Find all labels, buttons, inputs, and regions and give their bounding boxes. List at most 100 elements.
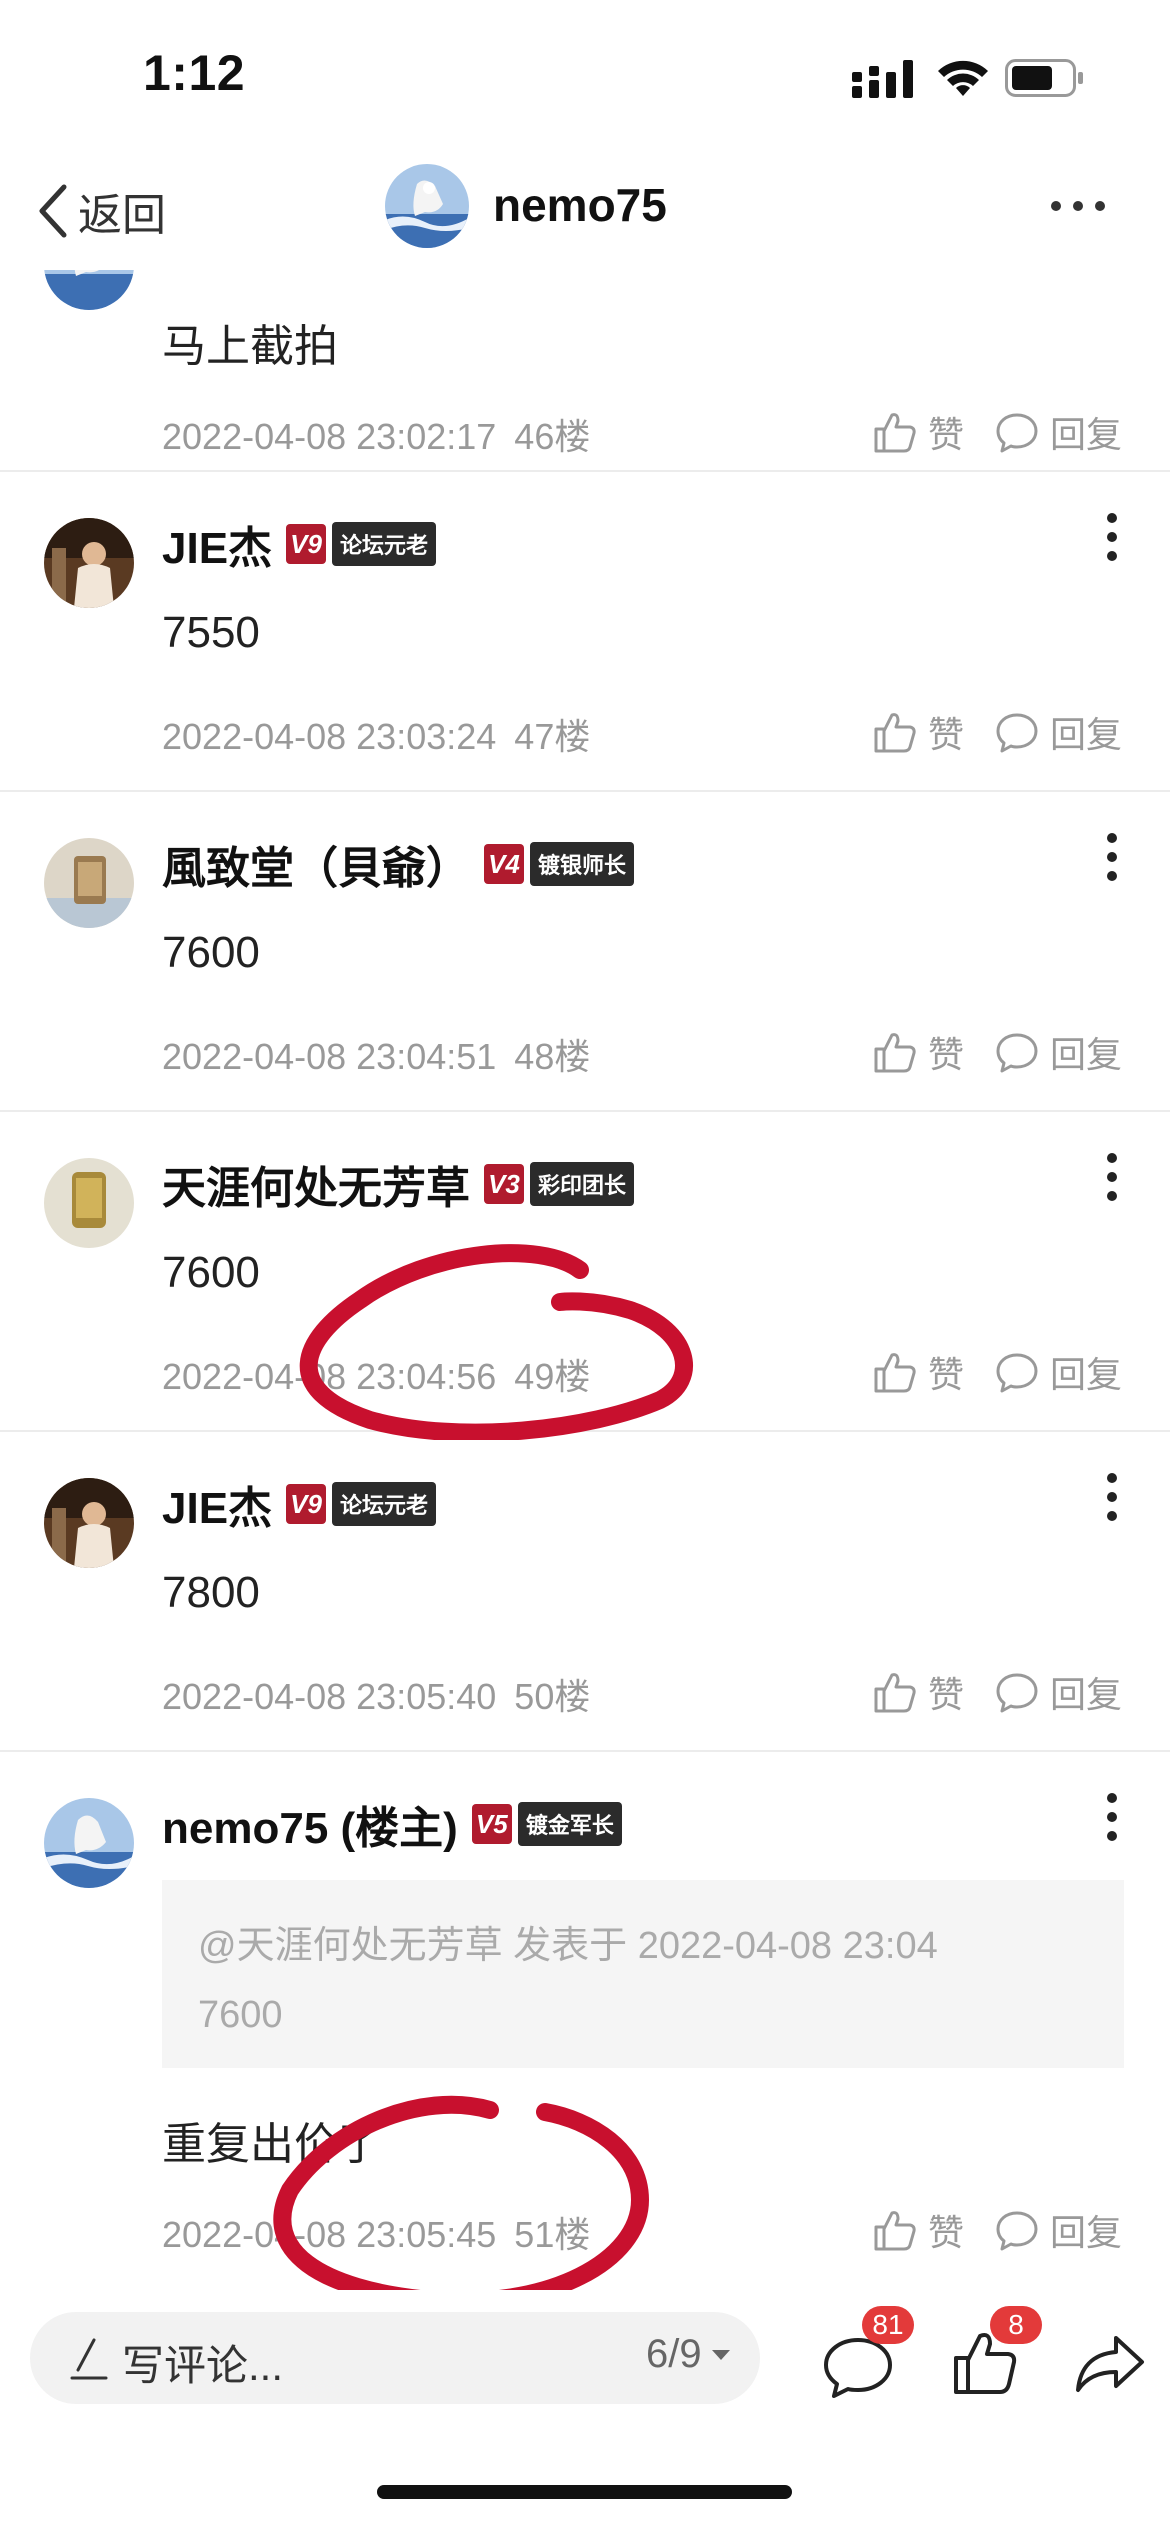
- reply-timestamp: 2022-04-08 23:04:51: [162, 1036, 497, 1077]
- like-button[interactable]: 赞: [872, 1666, 964, 1718]
- caret-down-icon: [711, 2349, 730, 2360]
- more-vertical-icon[interactable]: [1100, 512, 1124, 562]
- reply-label: 回复: [1049, 1034, 1122, 1075]
- reply-label: 回复: [1049, 414, 1122, 455]
- reply-meta: 2022-04-08 23:04:51 48楼: [162, 1028, 590, 1080]
- more-vertical-icon[interactable]: [1100, 1152, 1124, 1202]
- reply-label: 回复: [1049, 1354, 1122, 1395]
- username[interactable]: nemo75 (楼主): [162, 1792, 458, 1856]
- more-vertical-icon[interactable]: [1100, 1792, 1124, 1842]
- status-bar: 1:12: [0, 0, 1170, 150]
- reply-label: 回复: [1049, 714, 1122, 755]
- username[interactable]: 風致堂（貝爺）: [162, 832, 470, 896]
- thumbs-up-icon: [874, 1033, 916, 1073]
- reply-button[interactable]: 回复: [994, 706, 1122, 758]
- reply-content: 重复出价了: [162, 2120, 382, 2169]
- floor-number: 51楼: [514, 2214, 591, 2255]
- more-options-icon[interactable]: [1050, 196, 1106, 216]
- thumbs-up-icon: [874, 1673, 916, 1713]
- reply-item: 天涯何处无芳草 V3 彩印团长 7600 2022-04-08 23:04:56…: [0, 1112, 1170, 1432]
- username[interactable]: JIE杰: [162, 1472, 272, 1536]
- thumbs-up-icon: [874, 1353, 916, 1393]
- reply-item: 马上截拍 2022-04-08 23:02:17 46楼 赞 回复: [0, 270, 1170, 472]
- like-button[interactable]: 赞: [872, 406, 964, 458]
- reply-timestamp: 2022-04-08 23:04:56: [162, 1356, 497, 1397]
- reply-timestamp: 2022-04-08 23:05:40: [162, 1676, 497, 1717]
- reply-button[interactable]: 回复: [994, 406, 1122, 458]
- username[interactable]: JIE杰: [162, 512, 272, 576]
- speech-bubble-icon: [996, 413, 1038, 453]
- rank-badge: 彩印团长: [530, 1162, 635, 1206]
- user-name-row: 天涯何处无芳草 V3 彩印团长: [162, 1152, 635, 1216]
- reply-label: 回复: [1049, 1674, 1122, 1715]
- reply-list[interactable]: 马上截拍 2022-04-08 23:02:17 46楼 赞 回复 JIE杰 V9…: [0, 270, 1170, 2290]
- rank-badge: 论坛元老: [332, 522, 437, 566]
- floor-number: 46楼: [514, 416, 591, 457]
- user-avatar[interactable]: [44, 1798, 134, 1888]
- comment-input[interactable]: 写评论... 6/9: [30, 2312, 760, 2404]
- pencil-icon: [70, 2338, 108, 2380]
- reply-button[interactable]: 回复: [994, 1026, 1122, 1078]
- user-name-row: JIE杰 V9 论坛元老: [162, 512, 437, 576]
- username[interactable]: 天涯何处无芳草: [162, 1152, 470, 1216]
- cellular-signal-icon: [852, 60, 913, 98]
- user-avatar[interactable]: [44, 270, 134, 310]
- rank-badge: 镀金军长: [517, 1802, 622, 1846]
- reply-label: 回复: [1049, 2212, 1122, 2253]
- chevron-left-icon: [39, 184, 67, 238]
- nav-title: nemo75: [493, 179, 667, 231]
- like-button[interactable]: 赞: [872, 706, 964, 758]
- level-badge: V9: [286, 524, 327, 564]
- like-button[interactable]: 赞: [872, 1346, 964, 1398]
- like-label: 赞: [927, 2212, 964, 2253]
- thumbs-up-icon: [874, 713, 916, 753]
- comment-count-badge: 81: [862, 2306, 914, 2344]
- author-avatar[interactable]: [385, 164, 469, 248]
- reply-meta: 2022-04-08 23:02:17 46楼: [162, 408, 590, 460]
- thumbs-up-icon: [874, 413, 916, 453]
- user-name-row: nemo75 (楼主) V5 镀金军长: [162, 1792, 622, 1856]
- user-avatar[interactable]: [44, 1478, 134, 1568]
- page-selector[interactable]: 6/9: [646, 2332, 732, 2377]
- reply-item: JIE杰 V9 论坛元老 7550 2022-04-08 23:03:24 47楼…: [0, 472, 1170, 792]
- share-arrow-icon: [1076, 2336, 1144, 2392]
- reply-actions: 赞 回复: [872, 1026, 1122, 1078]
- reply-actions: 赞 回复: [872, 2204, 1122, 2256]
- level-badge: V9: [286, 1484, 327, 1524]
- comment-placeholder: 写评论...: [122, 2342, 284, 2389]
- more-vertical-icon[interactable]: [1100, 832, 1124, 882]
- reply-content: 7550: [162, 608, 260, 657]
- reply-content: 7600: [162, 928, 260, 977]
- more-vertical-icon[interactable]: [1100, 1472, 1124, 1522]
- like-button[interactable]: 赞: [872, 1026, 964, 1078]
- rank-badge: 镀银师长: [530, 842, 635, 886]
- reply-content: 马上截拍: [162, 322, 338, 371]
- reply-meta: 2022-04-08 23:04:56 49楼: [162, 1348, 590, 1400]
- user-avatar[interactable]: [44, 838, 134, 928]
- battery-icon: [1005, 59, 1083, 97]
- like-button[interactable]: 赞: [872, 2204, 964, 2256]
- back-button[interactable]: 返回: [34, 176, 166, 246]
- reply-meta: 2022-04-08 23:05:45 51楼: [162, 2206, 590, 2258]
- nav-bar: 返回 nemo75: [0, 150, 1170, 270]
- status-time: 1:12: [143, 45, 246, 101]
- wifi-icon: [938, 60, 988, 96]
- reply-actions: 赞 回复: [872, 406, 1122, 458]
- like-label: 赞: [927, 1354, 964, 1395]
- reply-button[interactable]: 回复: [994, 2204, 1122, 2256]
- floor-number: 50楼: [514, 1676, 591, 1717]
- page-indicator: 6/9: [646, 2332, 702, 2376]
- speech-bubble-icon: [996, 2211, 1038, 2251]
- speech-bubble-icon: [996, 713, 1038, 753]
- floor-number: 48楼: [514, 1036, 591, 1077]
- share-button[interactable]: [1074, 2332, 1146, 2396]
- quote-text: 7600: [198, 1994, 283, 2036]
- reply-button[interactable]: 回复: [994, 1666, 1122, 1718]
- user-avatar[interactable]: [44, 1158, 134, 1248]
- user-name-row: JIE杰 V9 论坛元老: [162, 1472, 437, 1536]
- quoted-reply[interactable]: @天涯何处无芳草 发表于 2022-04-08 23:04 7600: [162, 1880, 1124, 2068]
- speech-bubble-icon: [996, 1353, 1038, 1393]
- reply-button[interactable]: 回复: [994, 1346, 1122, 1398]
- reply-actions: 赞 回复: [872, 1346, 1122, 1398]
- user-avatar[interactable]: [44, 518, 134, 608]
